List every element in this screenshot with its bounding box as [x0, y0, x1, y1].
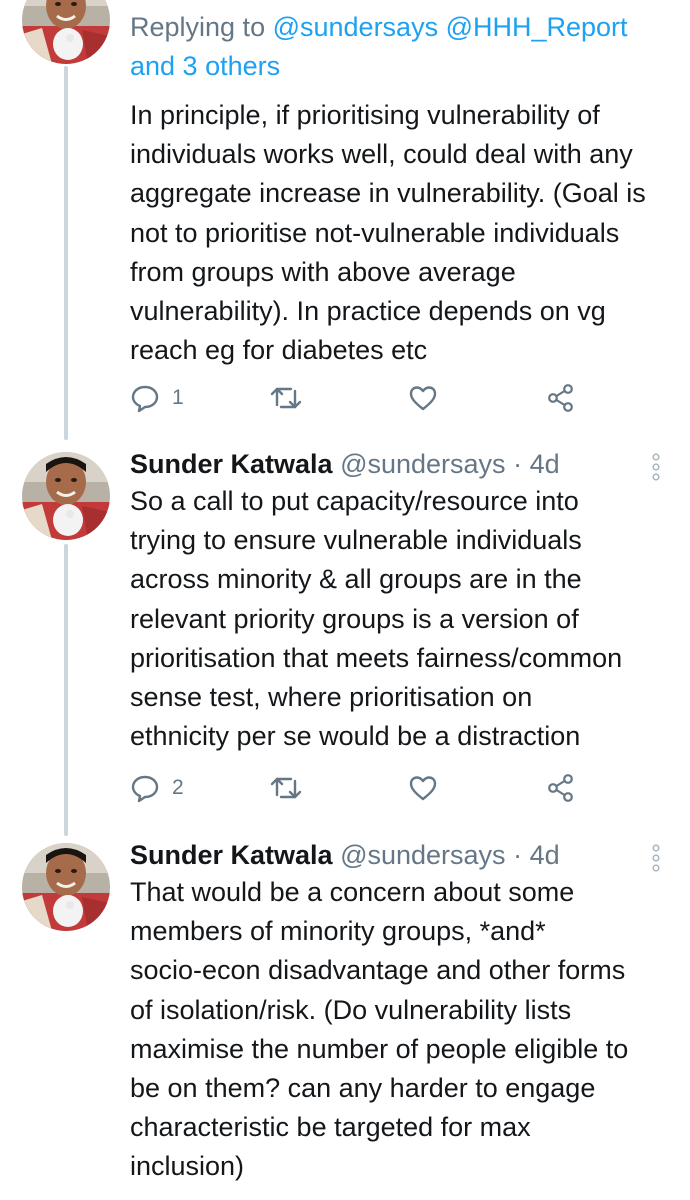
replying-to-line: Replying to @sundersays @HHH_Report and … — [130, 8, 670, 86]
tweet-text-line: characteristic be targeted for max — [130, 1112, 531, 1143]
retweet-button[interactable] — [270, 378, 302, 418]
separator-dot: · — [505, 840, 530, 870]
tweet-text-line: sense test, where prioritisation on — [130, 682, 533, 713]
more-icon[interactable] — [646, 452, 666, 482]
share-icon — [546, 773, 576, 803]
tweet-text-line: maximise the number of people eligible t… — [130, 1033, 629, 1064]
tweet-text: That would be a concern about some membe… — [130, 873, 670, 1187]
tweet-text-line: individuals works well, could deal with … — [130, 139, 633, 170]
tweet-header: Sunder Katwala @sundersays · 4d — [130, 446, 670, 482]
tweet-text: In principle, if prioritising vulnerabil… — [130, 96, 670, 370]
tweet-actions: 1 — [130, 378, 630, 418]
avatar[interactable] — [22, 452, 110, 540]
tweet-text-line: not to prioritise not-vulnerable individ… — [130, 217, 620, 248]
reply-icon — [130, 383, 160, 413]
share-button[interactable] — [546, 768, 576, 808]
retweet-icon — [270, 383, 302, 413]
thread-connector-line — [64, 66, 68, 440]
tweet-text-line: That would be a concern about some — [130, 877, 575, 907]
reply-mentions-link[interactable]: @sundersays @HHH_Report — [273, 12, 628, 42]
tweet-text-line: prioritisation that meets fairness/commo… — [130, 642, 623, 673]
replying-to-prefix: Replying to — [130, 12, 273, 42]
reply-button[interactable]: 1 — [130, 378, 184, 418]
reply-count: 1 — [172, 386, 184, 409]
tweet-text-line: of isolation/risk. (Do vulnerability lis… — [130, 994, 572, 1025]
tweet-text-line: trying to ensure vulnerable individuals — [130, 525, 582, 556]
tweet-text-line: In principle, if prioritising vulnerabil… — [130, 100, 600, 130]
reply-others-link[interactable]: and 3 others — [130, 51, 280, 81]
like-button[interactable] — [408, 768, 438, 808]
reply-icon — [130, 773, 160, 803]
tweet-header: Sunder Katwala @sundersays · 4d — [130, 837, 670, 873]
more-icon[interactable] — [646, 843, 666, 873]
tweet-text-line: members of minority groups, *and* — [130, 916, 546, 947]
author-name[interactable]: Sunder Katwala — [130, 840, 333, 870]
tweet-text-line: be on them? can any harder to engage — [130, 1073, 596, 1104]
tweet-text-line: vulnerability). In practice depends on v… — [130, 296, 606, 327]
avatar[interactable] — [22, 843, 110, 931]
author-handle[interactable]: @sundersays — [340, 449, 505, 479]
tweet-text-line: inclusion) — [130, 1151, 245, 1182]
tweet-text-line: from groups with above average — [130, 256, 516, 287]
like-button[interactable] — [408, 378, 438, 418]
thread-connector-line — [64, 544, 68, 836]
separator-dot: · — [505, 449, 530, 479]
share-button[interactable] — [546, 378, 576, 418]
author-name[interactable]: Sunder Katwala — [130, 449, 333, 479]
tweet-text-line: aggregate increase in vulnerability. (Go… — [130, 178, 646, 209]
reply-count: 2 — [172, 776, 184, 799]
retweet-button[interactable] — [270, 768, 302, 808]
like-icon — [408, 773, 438, 803]
avatar[interactable] — [22, 0, 110, 64]
tweet-text-line: socio-econ disadvantage and other forms — [130, 955, 626, 986]
author-handle[interactable]: @sundersays — [340, 840, 505, 870]
tweet-text-line: reach eg for diabetes etc — [130, 335, 428, 366]
tweet-time[interactable]: 4d — [530, 840, 560, 870]
tweet-text-line: across minority & all groups are in the — [130, 564, 582, 595]
like-icon — [408, 383, 438, 413]
reply-button[interactable]: 2 — [130, 768, 184, 808]
share-icon — [546, 383, 576, 413]
tweet-time[interactable]: 4d — [530, 449, 560, 479]
tweet-text-line: relevant priority groups is a version of — [130, 603, 579, 634]
tweet-text-line: So a call to put capacity/resource into — [130, 486, 579, 516]
tweet-actions: 2 — [130, 768, 630, 808]
retweet-icon — [270, 773, 302, 803]
tweet-text: So a call to put capacity/resource into … — [130, 482, 670, 756]
tweet-text-line: ethnicity per se would be a distraction — [130, 721, 581, 752]
